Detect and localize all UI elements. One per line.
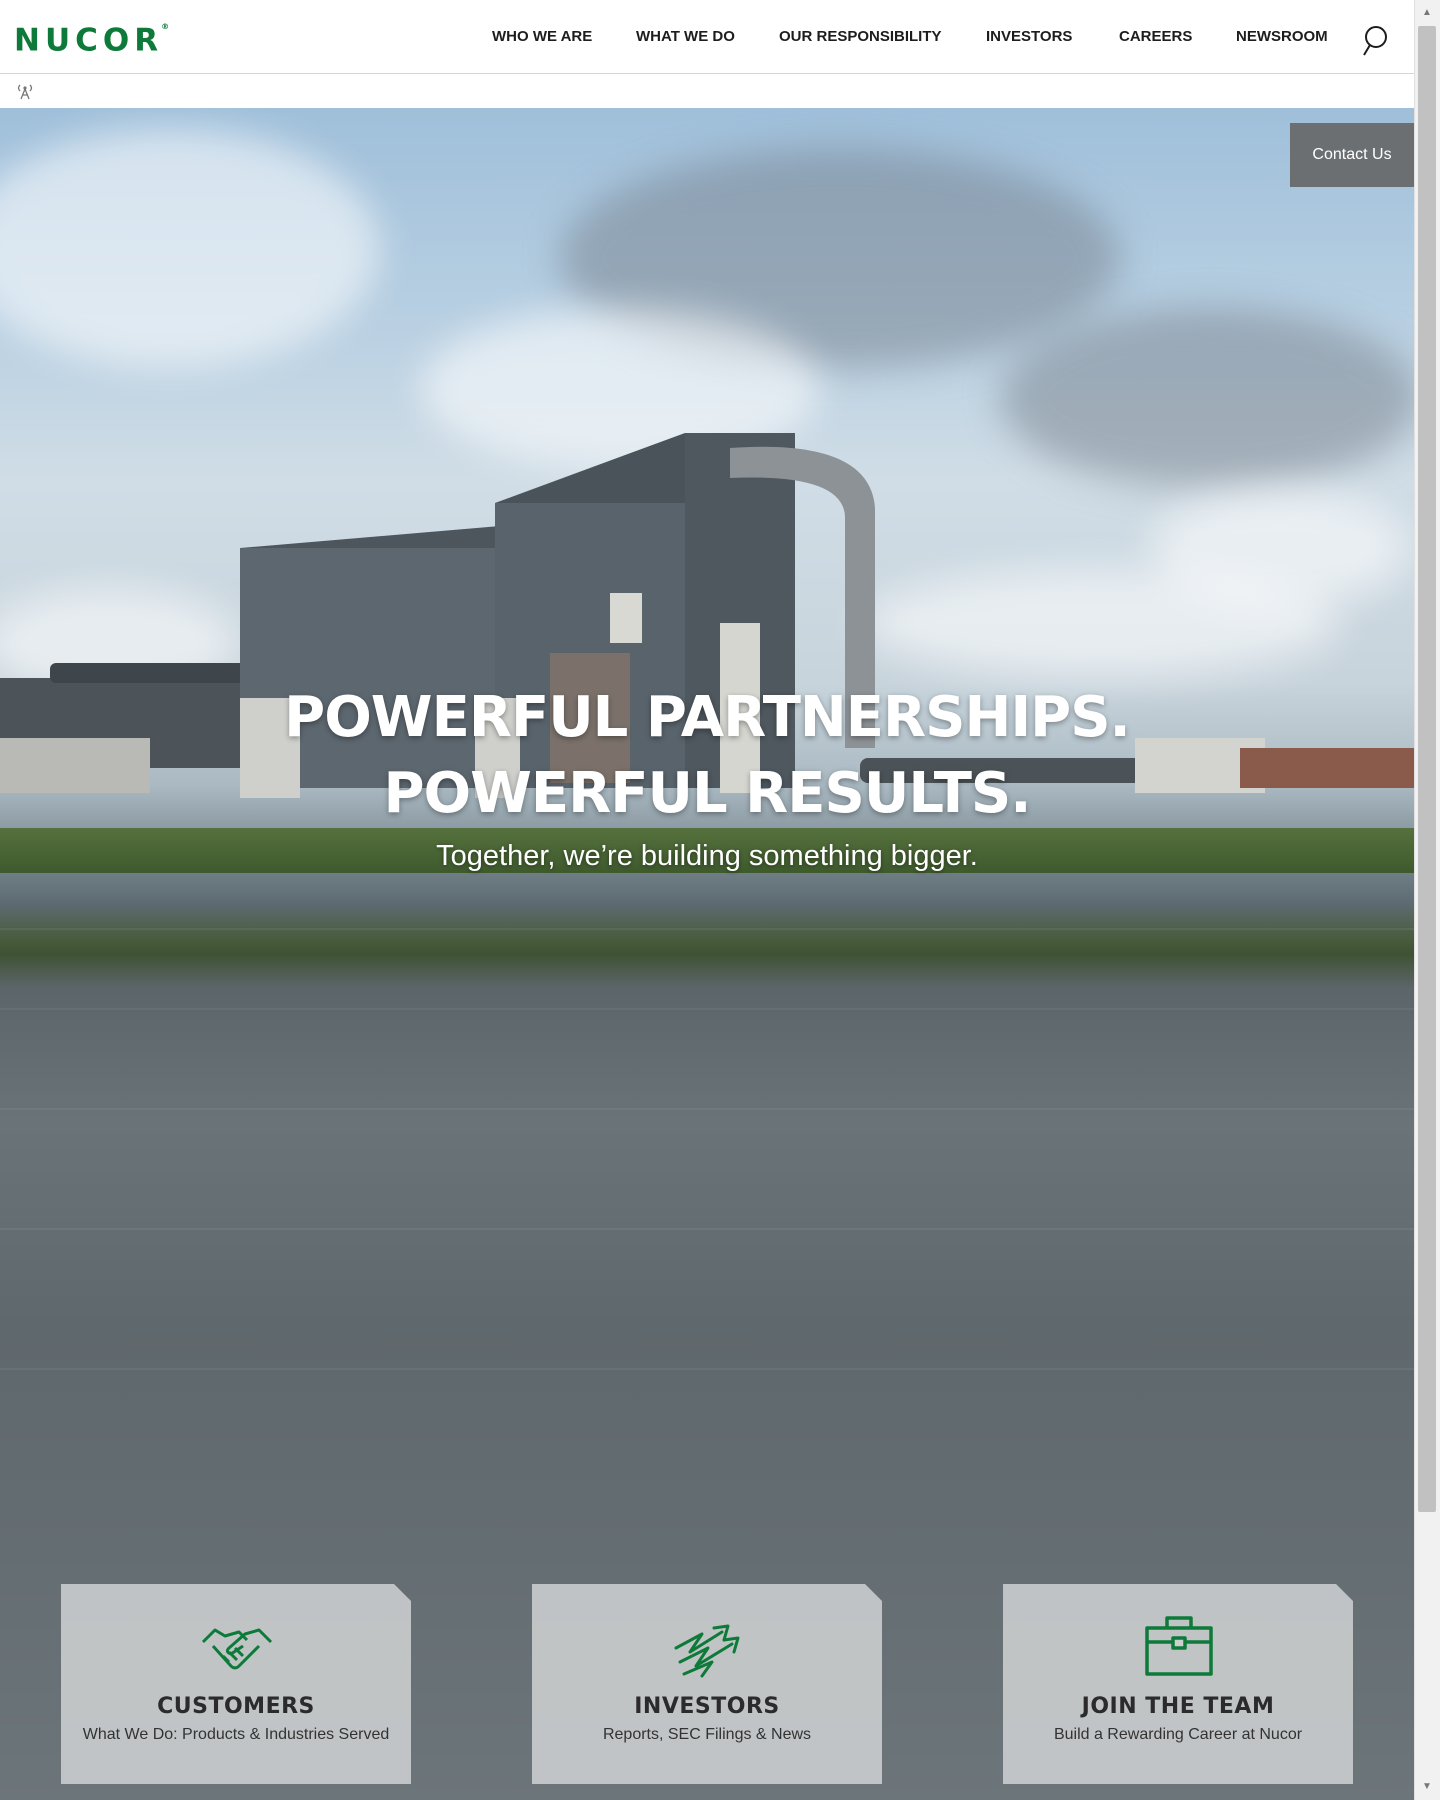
investors-card-title: INVESTORS: [634, 1694, 780, 1719]
hero-headline-line1: POWERFUL PARTNERSHIPS.: [284, 685, 1131, 750]
nav-what-we-do[interactable]: WHAT WE DO: [636, 28, 735, 45]
site-header: NUCOR® WHO WE ARE WHAT WE DO OUR RESPONS…: [0, 0, 1414, 74]
water-ripple: [0, 1108, 1414, 1110]
investors-card-subtitle: Reports, SEC Filings & News: [602, 1726, 812, 1743]
logo-text: NUCOR: [14, 22, 164, 59]
join-the-team-card-title: JOIN THE TEAM: [1081, 1694, 1275, 1719]
handshake-icon: [201, 1628, 273, 1670]
cloud: [0, 128, 380, 368]
nav-careers[interactable]: CAREERS: [1119, 28, 1192, 45]
hero-background: [0, 108, 1414, 1800]
customers-card-title: CUSTOMERS: [157, 1694, 315, 1719]
join-the-team-card-subtitle: Build a Rewarding Career at Nucor: [1053, 1726, 1303, 1743]
nav-who-we-are[interactable]: WHO WE ARE: [492, 28, 592, 45]
scroll-up-arrow-icon[interactable]: ▲: [1418, 6, 1436, 20]
scroll-down-arrow-icon[interactable]: ▼: [1418, 1780, 1436, 1794]
scrollbar-thumb[interactable]: [1418, 26, 1436, 1512]
join-the-team-card[interactable]: JOIN THE TEAM Build a Rewarding Career a…: [1003, 1584, 1353, 1784]
customers-card[interactable]: CUSTOMERS What We Do: Products & Industr…: [61, 1584, 411, 1784]
water-ripple: [0, 928, 1414, 930]
nav-our-responsibility[interactable]: OUR RESPONSIBILITY: [779, 28, 942, 45]
customers-card-subtitle: What We Do: Products & Industries Served: [82, 1726, 390, 1743]
hero-subtitle: Together, we’re building something bigge…: [436, 840, 978, 872]
briefcase-icon: [1145, 1616, 1213, 1676]
contact-us-button[interactable]: Contact Us: [1290, 123, 1414, 187]
hero-headline: POWERFUL PARTNERSHIPS. POWERFUL RESULTS.: [0, 680, 1414, 832]
registered-mark: ®: [161, 22, 170, 31]
growth-arrows-icon: [674, 1624, 740, 1678]
hero-headline-line2: POWERFUL RESULTS.: [383, 761, 1031, 826]
sub-bar: [0, 74, 1414, 108]
nav-investors[interactable]: INVESTORS: [986, 28, 1072, 45]
search-icon[interactable]: [1360, 24, 1390, 58]
water-ripple: [0, 1228, 1414, 1230]
water-ripple: [0, 1008, 1414, 1010]
water-ripple: [0, 1368, 1414, 1370]
investors-card[interactable]: INVESTORS Reports, SEC Filings & News: [532, 1584, 882, 1784]
broadcast-icon[interactable]: [14, 80, 36, 102]
nucor-logo[interactable]: NUCOR®: [14, 22, 170, 56]
nav-newsroom[interactable]: NEWSROOM: [1236, 28, 1328, 45]
